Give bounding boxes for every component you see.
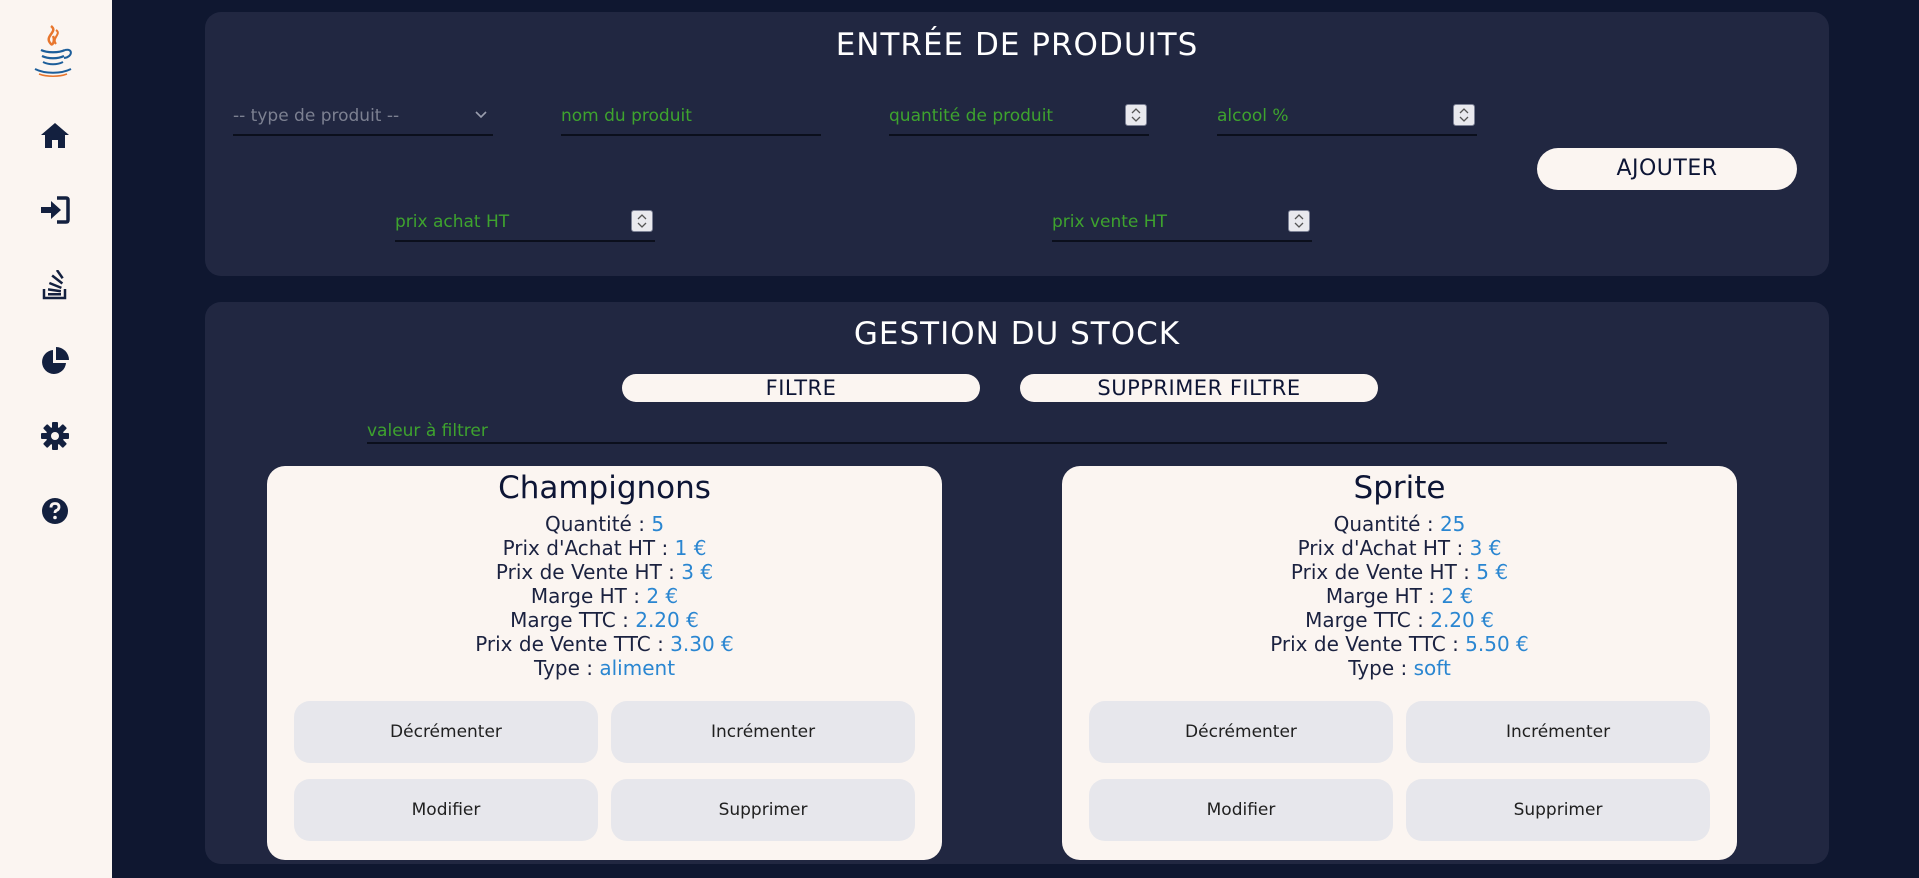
- product-quantity-placeholder: quantité de produit: [889, 106, 1054, 126]
- sale-ttc-label: Prix de Vente TTC :: [1270, 632, 1459, 656]
- product-quantity-input[interactable]: quantité de produit: [889, 96, 1149, 136]
- product-card: Sprite Quantité : 25 Prix d'Achat HT : 3…: [1062, 466, 1737, 860]
- margin-ht-value: 2 €: [1441, 584, 1474, 608]
- alcohol-spinner-icon[interactable]: [1453, 104, 1475, 126]
- type-line: Type : aliment: [267, 656, 942, 680]
- sidebar: [0, 0, 112, 878]
- product-type-placeholder: -- type de produit --: [233, 106, 400, 126]
- sale-price-placeholder: prix vente HT: [1052, 212, 1167, 232]
- chevron-down-icon: [475, 111, 487, 119]
- margin-ht-line: Marge HT : 2 €: [267, 584, 942, 608]
- sale-price-spinner-icon[interactable]: [1288, 210, 1310, 232]
- filter-value-placeholder: valeur à filtrer: [367, 421, 488, 441]
- type-line: Type : soft: [1062, 656, 1737, 680]
- purchase-price-placeholder: prix achat HT: [395, 212, 510, 232]
- edit-button[interactable]: Modifier: [1089, 779, 1393, 841]
- quantity-value: 5: [651, 512, 665, 536]
- quantity-spinner-icon[interactable]: [1125, 104, 1147, 126]
- sale-ttc-line: Prix de Vente TTC : 3.30 €: [267, 632, 942, 656]
- java-logo-icon[interactable]: [29, 24, 77, 80]
- login-icon[interactable]: [39, 194, 71, 226]
- alcohol-placeholder: alcool %: [1217, 106, 1289, 126]
- quantity-line: Quantité : 5: [267, 512, 942, 536]
- purchase-price-label: Prix d'Achat HT :: [1297, 536, 1464, 560]
- filter-value-input[interactable]: valeur à filtrer: [367, 416, 1667, 444]
- margin-ttc-line: Marge TTC : 2.20 €: [267, 608, 942, 632]
- quantity-value: 25: [1439, 512, 1466, 536]
- help-icon[interactable]: [39, 495, 71, 527]
- sale-price-line: Prix de Vente HT : 3 €: [267, 560, 942, 584]
- stock-management-panel: GESTION DU STOCK FILTRE SUPPRIMER FILTRE…: [205, 302, 1829, 864]
- type-label: Type :: [1348, 656, 1408, 680]
- purchase-price-line: Prix d'Achat HT : 3 €: [1062, 536, 1737, 560]
- margin-ttc-label: Marge TTC :: [510, 608, 629, 632]
- sale-price-line: Prix de Vente HT : 5 €: [1062, 560, 1737, 584]
- home-icon[interactable]: [39, 120, 71, 152]
- decrement-button[interactable]: Décrémenter: [1089, 701, 1393, 763]
- margin-ht-label: Marge HT :: [1325, 584, 1435, 608]
- margin-ht-label: Marge HT :: [530, 584, 640, 608]
- margin-ttc-line: Marge TTC : 2.20 €: [1062, 608, 1737, 632]
- gear-icon[interactable]: [39, 420, 71, 452]
- quantity-line: Quantité : 25: [1062, 512, 1737, 536]
- stock-management-title: GESTION DU STOCK: [853, 316, 1181, 352]
- margin-ttc-value: 2.20 €: [1430, 608, 1494, 632]
- delete-button[interactable]: Supprimer: [611, 779, 915, 841]
- sale-price-input[interactable]: prix vente HT: [1052, 202, 1312, 242]
- product-name-placeholder: nom du produit: [561, 106, 692, 126]
- delete-button[interactable]: Supprimer: [1406, 779, 1710, 841]
- product-name: Sprite: [1353, 470, 1446, 506]
- quantity-label: Quantité :: [544, 512, 645, 536]
- alcohol-input[interactable]: alcool %: [1217, 96, 1477, 136]
- margin-ttc-value: 2.20 €: [635, 608, 699, 632]
- type-value: aliment: [599, 656, 676, 680]
- increment-button[interactable]: Incrémenter: [1406, 701, 1710, 763]
- margin-ht-line: Marge HT : 2 €: [1062, 584, 1737, 608]
- sale-price-label: Prix de Vente HT :: [1290, 560, 1470, 584]
- purchase-price-spinner-icon[interactable]: [631, 210, 653, 232]
- margin-ttc-label: Marge TTC :: [1305, 608, 1424, 632]
- product-type-select[interactable]: -- type de produit --: [233, 96, 493, 136]
- sale-ttc-line: Prix de Vente TTC : 5.50 €: [1062, 632, 1737, 656]
- sale-ttc-value: 5.50 €: [1465, 632, 1529, 656]
- sale-ttc-value: 3.30 €: [670, 632, 734, 656]
- stack-overflow-icon[interactable]: [39, 269, 71, 302]
- filter-button[interactable]: FILTRE: [622, 374, 980, 402]
- product-entry-title: ENTRÉE DE PRODUITS: [835, 27, 1199, 63]
- remove-filter-button[interactable]: SUPPRIMER FILTRE: [1020, 374, 1378, 402]
- edit-button[interactable]: Modifier: [294, 779, 598, 841]
- sale-price-value: 3 €: [681, 560, 714, 584]
- sale-price-value: 5 €: [1476, 560, 1509, 584]
- purchase-price-value: 1 €: [674, 536, 707, 560]
- product-entry-panel: ENTRÉE DE PRODUITS -- type de produit --…: [205, 12, 1829, 276]
- sale-ttc-label: Prix de Vente TTC :: [475, 632, 664, 656]
- product-card: Champignons Quantité : 5 Prix d'Achat HT…: [267, 466, 942, 860]
- pie-chart-icon[interactable]: [39, 345, 71, 377]
- product-name-input[interactable]: nom du produit: [561, 96, 821, 136]
- add-button[interactable]: AJOUTER: [1537, 148, 1797, 190]
- sale-price-label: Prix de Vente HT :: [495, 560, 675, 584]
- margin-ht-value: 2 €: [646, 584, 679, 608]
- decrement-button[interactable]: Décrémenter: [294, 701, 598, 763]
- type-value: soft: [1413, 656, 1451, 680]
- increment-button[interactable]: Incrémenter: [611, 701, 915, 763]
- quantity-label: Quantité :: [1333, 512, 1434, 536]
- type-label: Type :: [533, 656, 593, 680]
- purchase-price-label: Prix d'Achat HT :: [502, 536, 669, 560]
- product-name: Champignons: [498, 470, 711, 506]
- purchase-price-value: 3 €: [1469, 536, 1502, 560]
- purchase-price-input[interactable]: prix achat HT: [395, 202, 655, 242]
- purchase-price-line: Prix d'Achat HT : 1 €: [267, 536, 942, 560]
